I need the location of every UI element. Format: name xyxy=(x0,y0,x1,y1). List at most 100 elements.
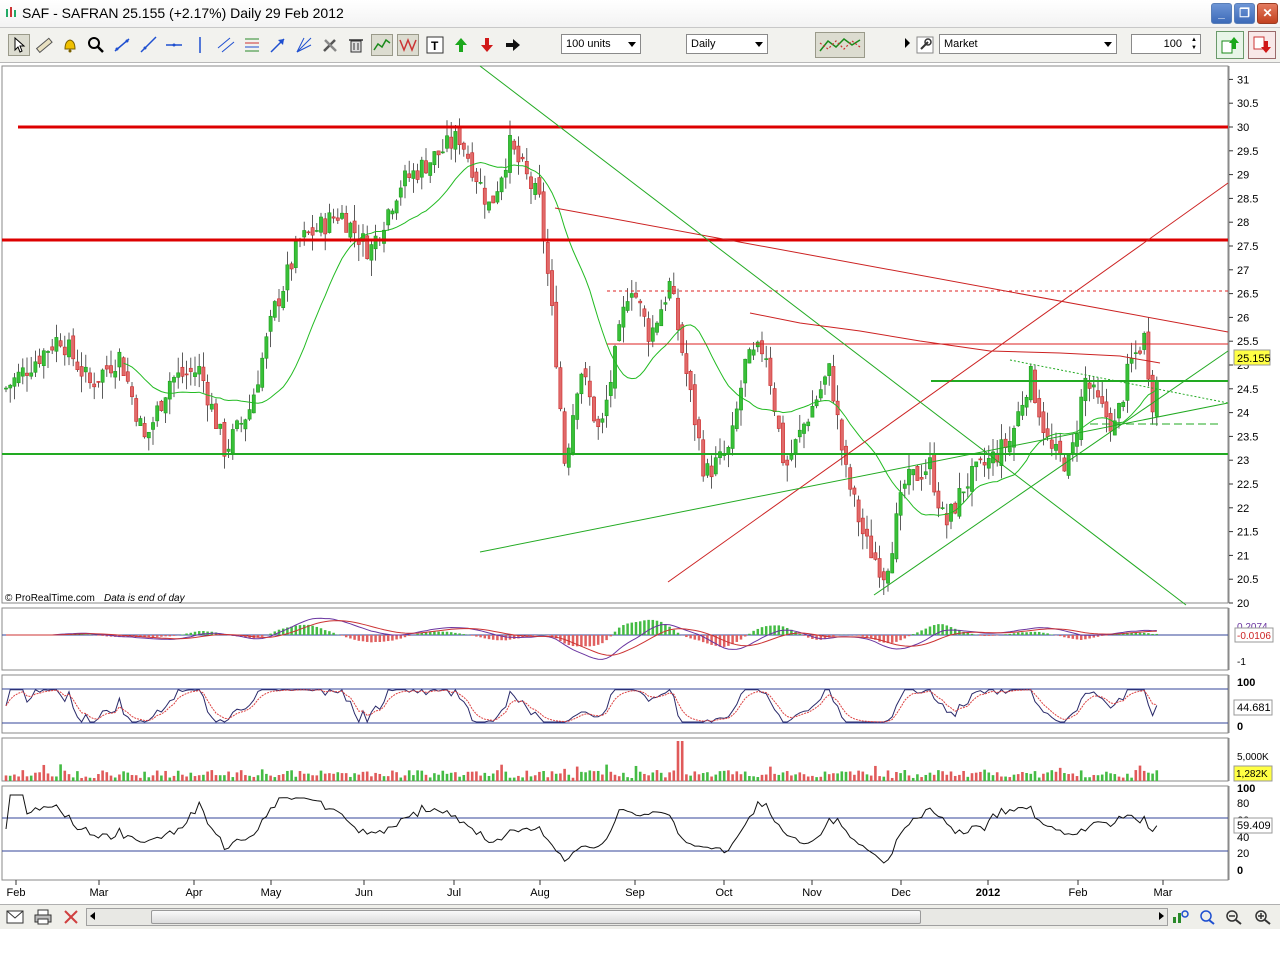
candle-body xyxy=(1142,332,1147,350)
candle-body xyxy=(67,339,71,358)
zoom-icon[interactable] xyxy=(85,34,107,56)
quantity-stepper[interactable]: 100 ▲ ▼ xyxy=(1131,34,1201,54)
candle-body xyxy=(911,469,916,476)
pointer-icon[interactable] xyxy=(8,34,30,56)
volume-bar xyxy=(378,773,382,781)
candle-body xyxy=(71,335,76,360)
horizontal-scrollbar[interactable] xyxy=(86,908,1168,926)
wrench-icon[interactable] xyxy=(914,34,936,56)
volume-bar xyxy=(962,770,965,781)
gann-icon[interactable] xyxy=(293,34,315,56)
arrow-icon[interactable] xyxy=(267,34,289,56)
volume-bar xyxy=(979,771,982,781)
candle-body xyxy=(390,210,395,215)
candle-body xyxy=(919,477,924,480)
volume-bar xyxy=(995,772,999,781)
volume-bar xyxy=(630,777,634,781)
volume-bar xyxy=(533,775,537,781)
candle-body xyxy=(655,322,659,333)
candle-body xyxy=(634,292,638,298)
candle-body xyxy=(537,177,542,195)
candle-body xyxy=(936,490,941,509)
zoom-fit-icon[interactable] xyxy=(1197,908,1217,926)
candle-body xyxy=(831,366,836,402)
horizontal-line-icon[interactable] xyxy=(163,34,185,56)
price-tick-label: 24 xyxy=(1237,408,1249,420)
vertical-line-icon[interactable] xyxy=(189,34,211,56)
tools-icon[interactable] xyxy=(319,34,341,56)
candle-body xyxy=(705,463,710,476)
volume-bar xyxy=(601,774,604,781)
stoch-value: 44.681 xyxy=(1237,702,1271,714)
trash-icon[interactable] xyxy=(345,34,367,56)
candle-body xyxy=(613,346,617,389)
period-select[interactable]: Daily xyxy=(686,34,768,54)
volume-bar xyxy=(1088,777,1091,781)
candle-body xyxy=(327,212,332,233)
ray-icon[interactable] xyxy=(137,34,159,56)
volume-bar xyxy=(680,741,684,781)
volume-bar xyxy=(596,770,600,781)
volume-bar xyxy=(869,775,873,781)
delete-icon[interactable] xyxy=(61,908,81,926)
volume-bar xyxy=(655,770,659,781)
channel-icon[interactable] xyxy=(215,34,237,56)
chart-area[interactable]: 3130.53029.52928.52827.52726.52625.52524… xyxy=(0,63,1280,903)
candle-body xyxy=(1146,331,1151,380)
volume-bar xyxy=(323,773,327,781)
volume-bar xyxy=(760,774,764,781)
stepper-arrows-icon[interactable]: ▲ ▼ xyxy=(1191,36,1197,52)
units-select[interactable]: 100 units xyxy=(561,34,641,54)
sell-icon[interactable] xyxy=(1248,31,1276,59)
zoom-in-icon[interactable] xyxy=(1253,908,1273,926)
right-arrow-icon[interactable] xyxy=(502,34,524,56)
candle-body xyxy=(419,159,424,178)
candle-body xyxy=(482,187,487,205)
volume-bar xyxy=(1147,772,1150,781)
candle-body xyxy=(587,380,592,398)
date-tick-label: Feb xyxy=(1069,887,1088,899)
print-icon[interactable] xyxy=(33,908,53,926)
pattern-icon[interactable] xyxy=(397,34,419,56)
candle-body xyxy=(243,419,248,430)
text-icon[interactable]: T xyxy=(424,34,446,56)
chart-settings-icon[interactable] xyxy=(1170,908,1190,926)
candle-body xyxy=(629,293,634,298)
zoom-out-icon[interactable] xyxy=(1224,908,1244,926)
candle-body xyxy=(797,429,802,438)
expand-icon[interactable] xyxy=(905,38,910,48)
scroll-left-icon[interactable] xyxy=(90,912,95,920)
minimize-button[interactable]: _ xyxy=(1211,3,1232,24)
maximize-button[interactable]: ❐ xyxy=(1234,3,1255,24)
volume-bar xyxy=(542,771,545,781)
mail-icon[interactable] xyxy=(5,908,25,926)
volume-bar xyxy=(580,771,583,781)
scrollbar-thumb[interactable] xyxy=(151,910,921,924)
close-button[interactable]: ✕ xyxy=(1257,3,1278,24)
volume-bar xyxy=(1105,771,1108,781)
order-type-select[interactable]: Market xyxy=(939,34,1117,54)
buy-icon[interactable] xyxy=(1216,31,1244,59)
alert-bell-icon[interactable] xyxy=(59,34,81,56)
stoch-tick-0: 0 xyxy=(1237,721,1243,733)
volume-bar xyxy=(764,774,768,781)
volume-bar xyxy=(491,773,495,781)
fibonacci-icon[interactable] xyxy=(241,34,263,56)
volume-bar xyxy=(794,774,797,781)
volume-bar xyxy=(449,772,453,781)
orders-icon[interactable] xyxy=(815,32,865,58)
candle-body xyxy=(965,486,970,489)
indicator-icon[interactable] xyxy=(371,34,393,56)
volume-bar xyxy=(626,777,629,781)
ruler-icon[interactable] xyxy=(33,34,55,56)
candle-body xyxy=(310,227,315,236)
scroll-right-icon[interactable] xyxy=(1159,912,1164,920)
date-tick-label: Mar xyxy=(90,887,109,899)
line-icon[interactable] xyxy=(111,34,133,56)
down-arrow-icon[interactable] xyxy=(476,34,498,56)
candle-body xyxy=(747,349,752,364)
candle-body xyxy=(293,241,298,268)
candle-body xyxy=(8,384,13,389)
up-arrow-icon[interactable] xyxy=(450,34,472,56)
candle-body xyxy=(957,488,962,517)
